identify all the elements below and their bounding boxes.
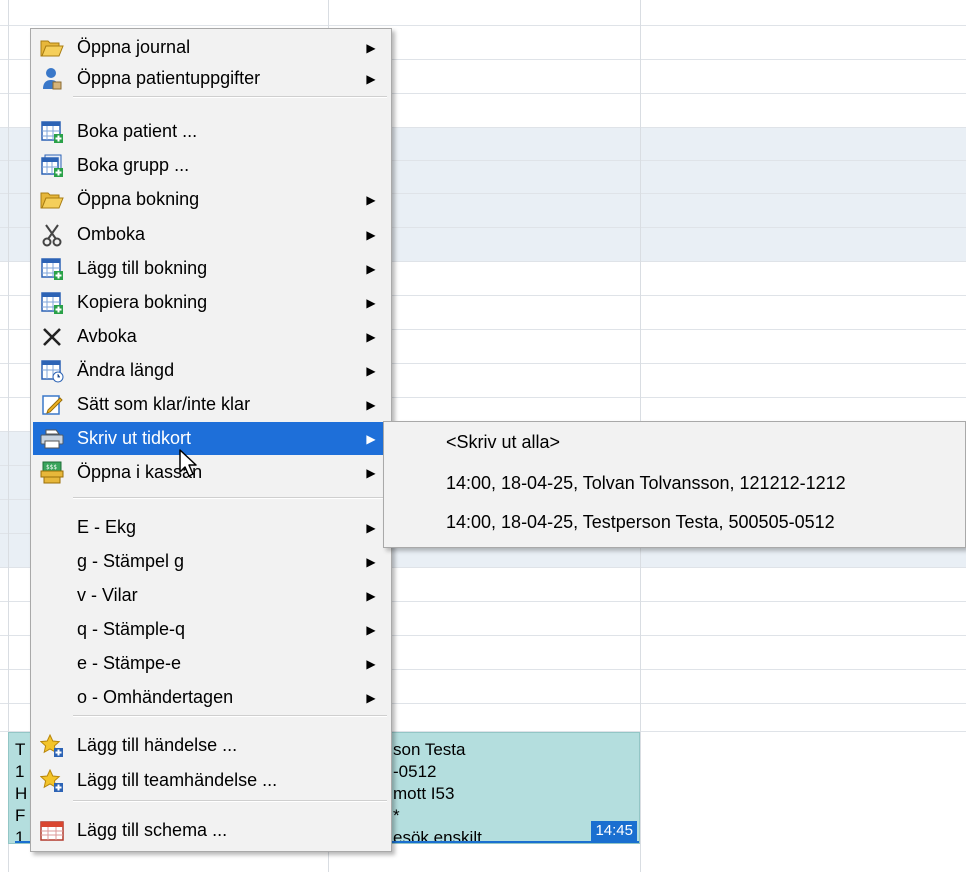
calendar-add-icon	[39, 290, 65, 316]
menu-item-lägg-till-bokning[interactable]: Lägg till bokning ▶	[33, 252, 389, 285]
submenu-arrow-icon: ▶	[366, 227, 376, 242]
submenu-item-print-all[interactable]: <Skriv ut alla>	[446, 432, 560, 453]
menu-item-kopiera-bokning[interactable]: Kopiera bokning ▶	[33, 286, 389, 319]
menu-item-label: Ändra längd	[77, 360, 175, 380]
open-folder-icon	[39, 35, 65, 61]
menu-item-label: g - Stämpel g	[77, 551, 185, 571]
menu-item-lägg-till-teamhändelse[interactable]: Lägg till teamhändelse ...	[33, 764, 389, 797]
menu-item-label: Öppna i kassan	[77, 462, 203, 482]
submenu-arrow-icon: ▶	[366, 690, 376, 705]
submenu-arrow-icon: ▶	[366, 71, 376, 86]
submenu-arrow-icon: ▶	[366, 656, 376, 671]
menu-item-v-vilar[interactable]: v - Vilar ▶	[33, 579, 389, 612]
svg-text:$$$: $$$	[46, 464, 57, 471]
booking-time-badge: 14:45	[591, 821, 637, 841]
menu-item-label: E - Ekg	[77, 517, 137, 537]
menu-item-omboka[interactable]: Omboka ▶	[33, 218, 389, 251]
star-add-icon	[39, 733, 65, 759]
menu-item-öppna-journal[interactable]: Öppna journal ▶	[33, 31, 389, 64]
menu-item-avboka[interactable]: Avboka ▶	[33, 320, 389, 353]
menu-item-label: Öppna bokning	[77, 189, 200, 209]
menu-item-label: Lägg till händelse ...	[77, 735, 238, 755]
menu-item-lägg-till-schema[interactable]: Lägg till schema ...	[33, 814, 389, 847]
menu-item-öppna-i-kassan[interactable]: $$$ Öppna i kassan ▶	[33, 456, 389, 489]
menu-item-boka-patient[interactable]: Boka patient ...	[33, 115, 389, 148]
menu-item-label: Öppna patientuppgifter	[77, 68, 261, 88]
booking-details: son Testa -0512 mott I53 * esök enskilt	[393, 740, 482, 847]
submenu-arrow-icon: ▶	[366, 363, 376, 378]
calendar-clock-icon	[39, 358, 65, 384]
calendar-add-icon	[39, 256, 65, 282]
menu-item-boka-grupp[interactable]: Boka grupp ...	[33, 149, 389, 182]
calendar-group-icon	[39, 153, 65, 179]
menu-item-label: e - Stämpe-e	[77, 653, 182, 673]
submenu-arrow-icon: ▶	[366, 295, 376, 310]
schedule-row[interactable]	[0, 0, 966, 26]
submenu-arrow-icon: ▶	[366, 554, 376, 569]
menu-item-lägg-till-händelse[interactable]: Lägg till händelse ...	[33, 729, 389, 762]
submenu-item-timecard[interactable]: 14:00, 18-04-25, Tolvan Tolvansson, 1212…	[446, 473, 846, 494]
menu-item-label: Boka grupp ...	[77, 155, 190, 175]
submenu-arrow-icon: ▶	[366, 465, 376, 480]
printer-icon	[39, 426, 65, 452]
menu-item-ändra-längd[interactable]: Ändra längd ▶	[33, 354, 389, 387]
menu-item-öppna-patientuppgifter[interactable]: Öppna patientuppgifter ▶	[33, 62, 389, 95]
submenu-arrow-icon: ▶	[366, 588, 376, 603]
submenu-item-timecard[interactable]: 14:00, 18-04-25, Testperson Testa, 50050…	[446, 512, 835, 533]
menu-item-label: Skriv ut tidkort	[77, 428, 192, 448]
menu-item-label: Sätt som klar/inte klar	[77, 394, 251, 414]
print-timecard-submenu: <Skriv ut alla> 14:00, 18-04-25, Tolvan …	[383, 421, 966, 548]
menu-item-skriv-ut-tidkort[interactable]: Skriv ut tidkort ▶	[33, 422, 389, 455]
cross-icon	[39, 324, 65, 350]
menu-separator	[73, 497, 387, 499]
menu-item-label: Lägg till teamhändelse ...	[77, 770, 278, 790]
submenu-arrow-icon: ▶	[366, 40, 376, 55]
submenu-arrow-icon: ▶	[366, 431, 376, 446]
star-add-icon	[39, 768, 65, 794]
menu-item-g-stämpel-g[interactable]: g - Stämpel g ▶	[33, 545, 389, 578]
cash-register-icon: $$$	[39, 460, 65, 486]
submenu-arrow-icon: ▶	[366, 192, 376, 207]
menu-item-label: Lägg till bokning	[77, 258, 208, 278]
calendar-add-icon	[39, 119, 65, 145]
person-icon	[39, 66, 65, 92]
menu-item-label: Lägg till schema ...	[77, 820, 228, 840]
menu-item-label: Kopiera bokning	[77, 292, 208, 312]
submenu-arrow-icon: ▶	[366, 261, 376, 276]
pencil-note-icon	[39, 392, 65, 418]
open-folder-icon	[39, 187, 65, 213]
menu-item-label: Omboka	[77, 224, 146, 244]
menu-item-label: v - Vilar	[77, 585, 138, 605]
menu-item-label: o - Omhändertagen	[77, 687, 234, 707]
scissors-icon	[39, 222, 65, 248]
menu-separator	[73, 800, 387, 802]
submenu-arrow-icon: ▶	[366, 329, 376, 344]
menu-separator	[73, 96, 387, 98]
submenu-arrow-icon: ▶	[366, 520, 376, 535]
submenu-arrow-icon: ▶	[366, 397, 376, 412]
menu-item-label: Boka patient ...	[77, 121, 198, 141]
menu-item-label: q - Stämple-q	[77, 619, 186, 639]
menu-item-q-stämple-q[interactable]: q - Stämple-q ▶	[33, 613, 389, 646]
mouse-cursor-icon	[179, 449, 197, 477]
menu-item-e-ekg[interactable]: E - Ekg ▶	[33, 511, 389, 544]
menu-item-e-stämpe-e[interactable]: e - Stämpe-e ▶	[33, 647, 389, 680]
schedule-icon	[39, 818, 65, 844]
menu-separator	[73, 715, 387, 717]
submenu-arrow-icon: ▶	[366, 622, 376, 637]
context-menu: Öppna journal ▶ Öppna patientuppgifter ▶ Bok…	[30, 28, 392, 852]
menu-item-o-omhändertagen[interactable]: o - Omhändertagen ▶	[33, 681, 389, 714]
menu-item-sätt-som-klar-inte-klar[interactable]: Sätt som klar/inte klar ▶	[33, 388, 389, 421]
menu-item-öppna-bokning[interactable]: Öppna bokning ▶	[33, 183, 389, 216]
menu-item-label: Avboka	[77, 326, 137, 346]
menu-item-label: Öppna journal	[77, 37, 191, 57]
